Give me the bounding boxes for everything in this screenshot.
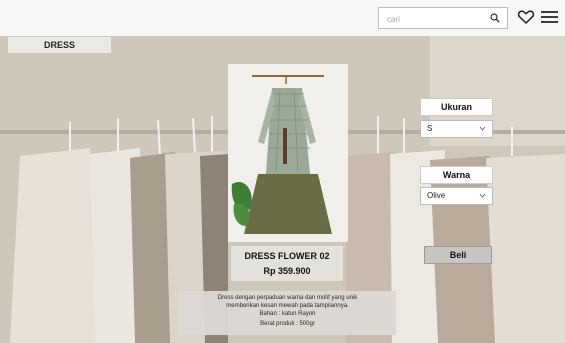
chevron-down-icon xyxy=(479,126,486,131)
description-line: Bahan : katun Rayon xyxy=(259,311,316,317)
menu-icon[interactable] xyxy=(540,8,559,26)
product-info: DRESS FLOWER 02 Rp 359.900 xyxy=(231,246,343,281)
buy-button[interactable]: Beli xyxy=(424,246,492,264)
size-value: S xyxy=(427,124,433,133)
search-input[interactable] xyxy=(385,11,484,27)
description-line: Dress dengan perpaduan warna dan motif y… xyxy=(217,295,358,301)
size-label: Ukuran xyxy=(420,98,493,116)
description-line: Berat produk : 500gr xyxy=(260,321,315,327)
color-label: Warna xyxy=(420,166,493,184)
category-tab-dress[interactable]: DRESS xyxy=(8,37,111,53)
product-description: Dress dengan perpaduan warna dan motif y… xyxy=(179,291,396,335)
search-icon[interactable] xyxy=(489,12,501,24)
color-select[interactable]: Olive xyxy=(420,187,493,205)
product-image[interactable] xyxy=(228,64,348,242)
size-select[interactable]: S xyxy=(420,120,493,138)
dress-photo xyxy=(228,64,348,242)
color-value: Olive xyxy=(427,191,446,200)
buy-button-label: Beli xyxy=(449,250,467,260)
top-header xyxy=(0,0,565,36)
description-line: memberikan kesan mewah pada tampilannya. xyxy=(226,303,349,309)
heart-icon[interactable] xyxy=(517,8,535,26)
product-price: Rp 359.900 xyxy=(263,266,311,276)
category-label: DRESS xyxy=(43,40,75,50)
product-name: DRESS FLOWER 02 xyxy=(244,251,330,261)
chevron-down-icon xyxy=(479,193,486,198)
search-box[interactable] xyxy=(378,7,508,29)
